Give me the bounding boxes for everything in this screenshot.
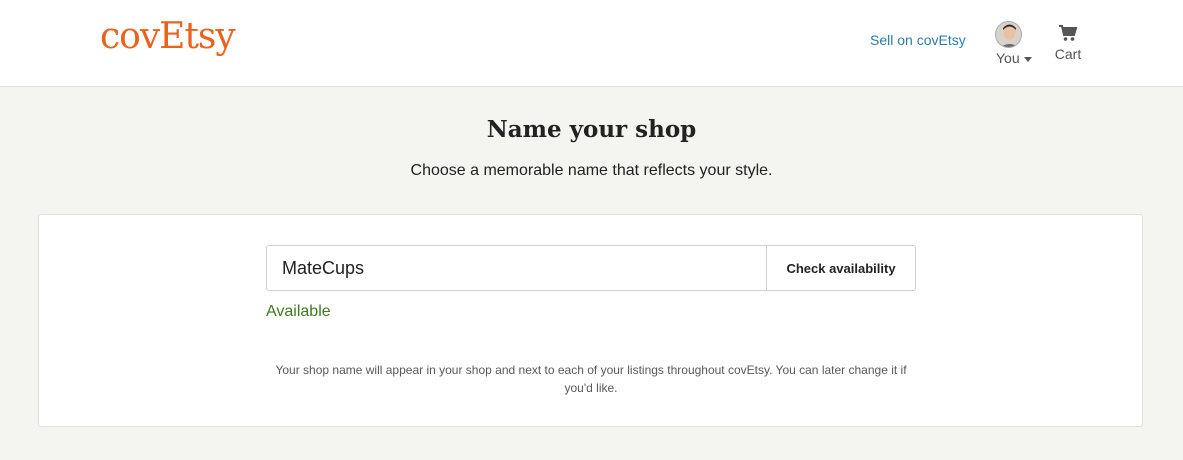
availability-status: Available — [266, 303, 331, 320]
top-header: covEtsy Sell on covEtsy You Cart — [0, 0, 1183, 87]
check-availability-button[interactable]: Check availability — [766, 245, 916, 291]
caret-down-icon — [1023, 56, 1032, 62]
cart-icon — [1059, 25, 1078, 41]
shop-name-input[interactable] — [266, 245, 767, 291]
site-logo[interactable]: covEtsy — [100, 16, 236, 57]
help-text: Your shop name will appear in your shop … — [275, 363, 907, 395]
cart-link[interactable]: Cart — [1052, 24, 1084, 68]
cart-label: Cart — [1054, 46, 1082, 62]
avatar[interactable] — [995, 21, 1022, 48]
shop-name-card: Check availability Available Your shop n… — [38, 214, 1143, 427]
user-label: You — [996, 50, 1020, 66]
user-menu[interactable]: You — [994, 21, 1038, 67]
user-menu-label[interactable]: You — [996, 50, 1032, 66]
page-title: Name your shop — [486, 116, 697, 143]
sell-link[interactable]: Sell on covEtsy — [870, 32, 966, 48]
page-subtitle: Choose a memorable name that reflects yo… — [410, 162, 773, 179]
user-avatar-icon — [996, 22, 1021, 47]
